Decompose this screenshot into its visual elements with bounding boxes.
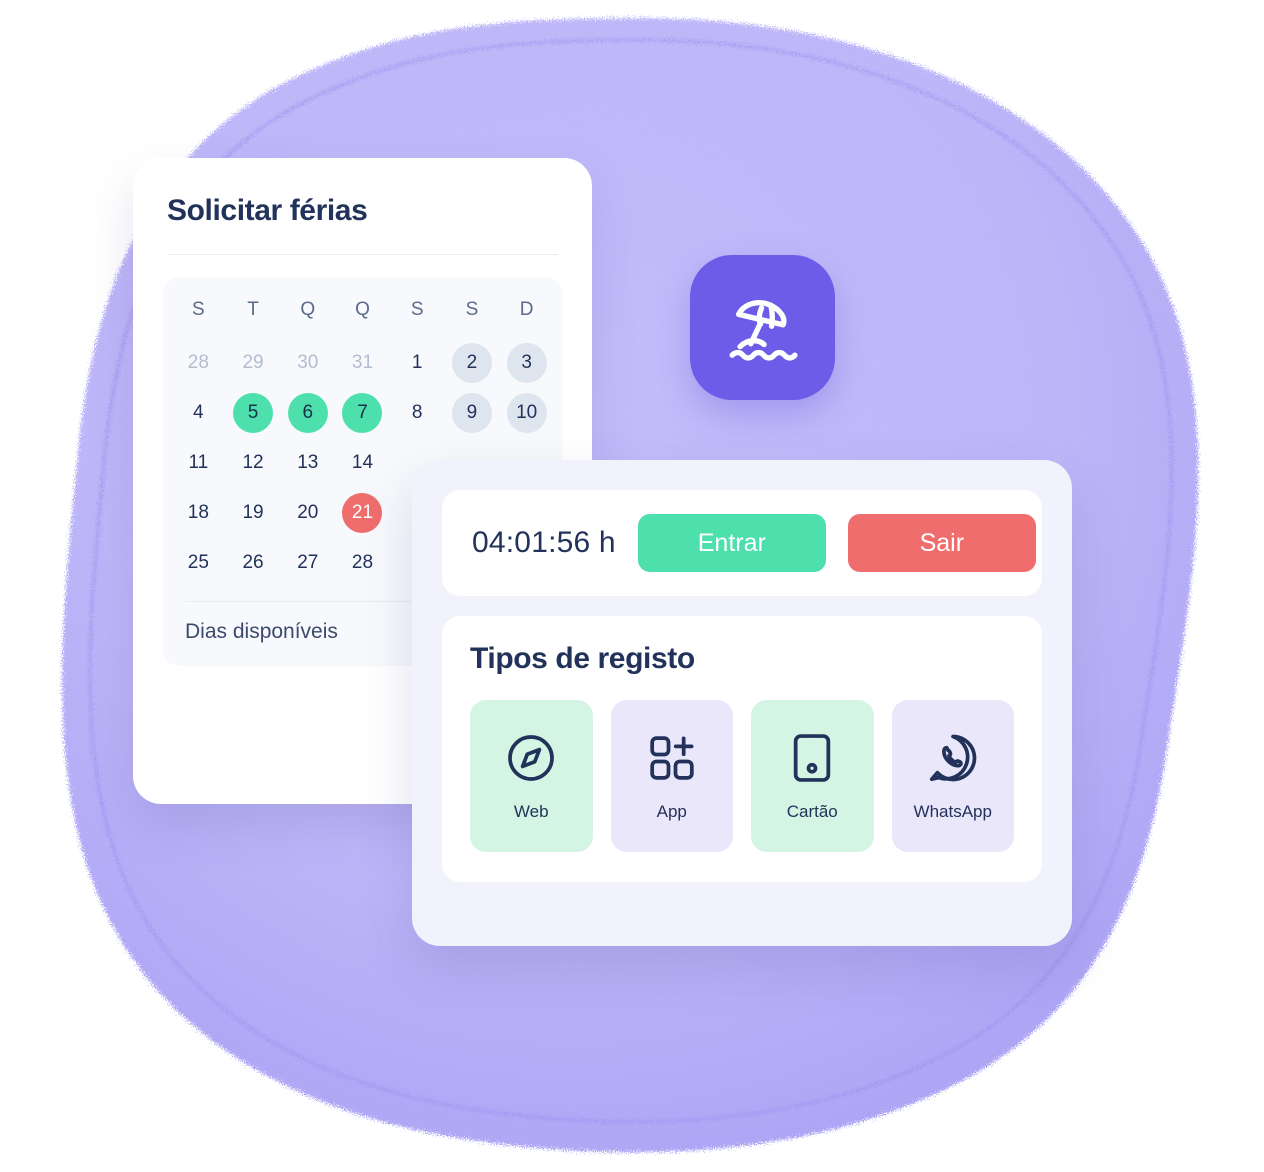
calendar-weekday-header: S <box>465 299 479 320</box>
registry-types-row: Web App Cartão WhatsApp <box>470 700 1014 852</box>
calendar-day-cell[interactable]: 20 <box>288 493 328 533</box>
calendar-day-cell[interactable]: 10 <box>506 393 547 433</box>
calendar-day-cell[interactable]: 30 <box>288 343 328 383</box>
card-badge-icon <box>784 730 840 786</box>
calendar-day-cell[interactable]: 11 <box>178 443 218 483</box>
compass-icon <box>503 730 559 786</box>
calendar-day-cell[interactable]: 26 <box>233 543 273 583</box>
calendar-day-cell[interactable]: 28 <box>342 543 382 583</box>
elapsed-time-value: 04:01:56 h <box>472 526 616 559</box>
clock-out-button[interactable]: Sair <box>847 514 1036 572</box>
title-divider <box>167 254 558 255</box>
calendar-day-cell[interactable]: 27 <box>288 543 328 583</box>
calendar-day-cell[interactable]: 7 <box>342 393 383 433</box>
calendar-day-cell[interactable]: 31 <box>342 343 382 383</box>
calendar-day-cell[interactable]: 4 <box>178 393 218 433</box>
registry-type-label: WhatsApp <box>913 802 992 821</box>
calendar-weekday-header: T <box>247 299 259 320</box>
clock-card: 04:01:56 h Entrar Sair <box>442 490 1042 596</box>
registry-types-title: Tipos de registo <box>470 642 695 675</box>
calendar-weekday-header: S <box>192 299 205 320</box>
beach-umbrella-icon <box>720 285 806 371</box>
calendar-day-cell[interactable]: 25 <box>178 543 218 583</box>
registry-types-card: Tipos de registo Web App Cartão WhatsApp <box>442 616 1042 882</box>
calendar-weekday-header: S <box>410 299 424 320</box>
calendar-day-cell[interactable]: 21 <box>342 493 383 533</box>
calendar-day-cell[interactable]: 9 <box>451 393 492 433</box>
calendar-day-cell[interactable]: 12 <box>233 443 273 483</box>
calendar-weekday-header: Q <box>355 299 370 320</box>
app-grid-icon <box>644 730 700 786</box>
registry-type-label: App <box>656 802 687 821</box>
illustration-stage: Solicitar férias S T Q Q S S D 28 29 30 31 1 2 3 4 5 6 7 8… <box>0 0 1264 1172</box>
registry-type-tile-cartão[interactable]: Cartão <box>751 700 874 852</box>
registry-type-tile-whatsapp[interactable]: WhatsApp <box>891 700 1014 852</box>
calendar-day-cell[interactable]: 18 <box>178 493 218 533</box>
calendar-day-cell[interactable]: 19 <box>233 493 273 533</box>
whatsapp-icon <box>925 730 981 786</box>
registry-type-tile-web[interactable]: Web <box>470 700 593 852</box>
registry-type-tile-app[interactable]: App <box>610 700 733 852</box>
calendar-day-cell[interactable]: 3 <box>506 343 547 383</box>
registry-type-label: Web <box>513 802 549 821</box>
calendar-day-cell[interactable]: 29 <box>233 343 273 383</box>
calendar-day-cell[interactable]: 2 <box>451 343 492 383</box>
clock-in-button[interactable]: Entrar <box>637 514 826 572</box>
calendar-day-cell[interactable]: 1 <box>397 343 437 383</box>
calendar-weekday-header: Q <box>300 299 316 320</box>
calendar-day-cell[interactable]: 28 <box>178 343 218 383</box>
page-title: Solicitar férias <box>167 194 368 227</box>
calendar-day-cell[interactable]: 8 <box>397 393 437 433</box>
calendar-day-cell[interactable]: 5 <box>233 393 274 433</box>
calendar-weekday-header: D <box>519 299 534 320</box>
calendar-day-cell[interactable]: 6 <box>287 393 328 433</box>
calendar-day-cell[interactable]: 13 <box>288 443 328 483</box>
vacation-app-tile[interactable] <box>690 255 835 400</box>
calendar-day-cell[interactable]: 14 <box>342 443 382 483</box>
registry-type-label: Cartão <box>786 802 838 821</box>
time-registry-panel: 04:01:56 h Entrar Sair Tipos de registo … <box>412 460 1072 946</box>
